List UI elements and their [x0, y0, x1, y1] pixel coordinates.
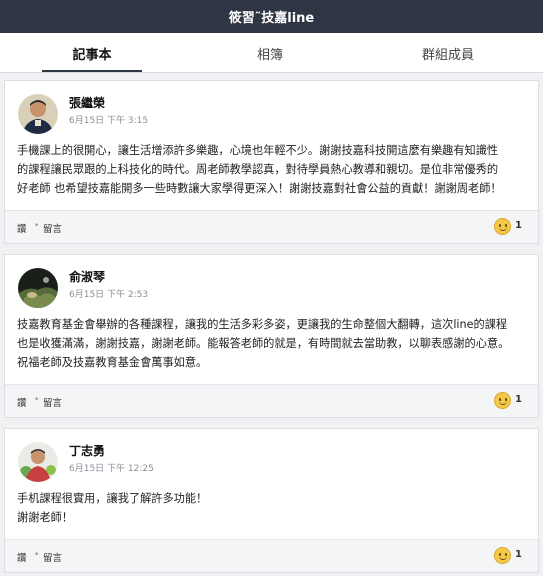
- post-time: 6月15日 下午 3:15: [69, 116, 149, 126]
- post-author[interactable]: 俞淑琴: [69, 268, 105, 285]
- post-author[interactable]: 丁志勇: [69, 442, 105, 459]
- post-body: 技嘉教育基金會舉辦的各種課程，讓我的生活多彩多姿，更讓我的生命整個大翻轉，這次l…: [17, 318, 510, 369]
- comment-button[interactable]: 留言: [43, 550, 62, 564]
- post-footer: 讚 • 留言 1: [5, 539, 538, 572]
- like-button[interactable]: 讚: [17, 395, 27, 409]
- avatar[interactable]: [18, 94, 58, 134]
- post-card: 張繼榮 6月15日 下午 3:15 手機課上的很開心，讓生活增添許多樂趣，心境也…: [4, 80, 539, 244]
- separator-dot: •: [34, 221, 40, 231]
- post-card: 丁志勇 6月15日 下午 12:25 手机課程很實用，讓我了解許多功能！ 謝謝老…: [4, 428, 539, 573]
- app-title: 筱習˜技嘉line: [228, 11, 315, 26]
- post-body: 手機課上的很開心，讓生活增添許多樂趣，心境也年輕不少。謝謝技嘉科技開這麼有樂趣有…: [17, 144, 502, 195]
- separator-dot: •: [34, 550, 40, 560]
- post-time: 6月15日 下午 12:25: [69, 464, 154, 474]
- smile-emoji-icon[interactable]: [494, 218, 511, 235]
- like-button[interactable]: 讚: [17, 221, 27, 235]
- post-body: 手机課程很實用，讓我了解許多功能！ 謝謝老師！: [17, 492, 208, 524]
- smile-emoji-icon[interactable]: [494, 392, 511, 409]
- tab-notes[interactable]: 記事本: [42, 33, 142, 73]
- post-author[interactable]: 張繼榮: [69, 94, 105, 111]
- post-time: 6月15日 下午 2:53: [69, 290, 149, 300]
- like-button[interactable]: 讚: [17, 550, 27, 564]
- post-footer: 讚 • 留言 1: [5, 384, 538, 417]
- tab-bar: 記事本 相簿 群組成員: [0, 33, 543, 73]
- app-title-bar: 筱習˜技嘉line: [0, 0, 543, 33]
- reaction-count[interactable]: 1: [515, 394, 522, 405]
- avatar[interactable]: [18, 268, 58, 308]
- post-footer: 讚 • 留言 1: [5, 210, 538, 243]
- reaction-count[interactable]: 1: [515, 220, 522, 231]
- comment-button[interactable]: 留言: [43, 395, 62, 409]
- tab-album[interactable]: 相簿: [220, 33, 320, 73]
- avatar[interactable]: [18, 442, 58, 482]
- post-card: 俞淑琴 6月15日 下午 2:53 技嘉教育基金會舉辦的各種課程，讓我的生活多彩…: [4, 254, 539, 418]
- tab-members[interactable]: 群組成員: [398, 33, 498, 73]
- active-tab-indicator: [42, 70, 142, 72]
- smile-emoji-icon[interactable]: [494, 547, 511, 564]
- separator-dot: •: [34, 395, 40, 405]
- reaction-count[interactable]: 1: [515, 549, 522, 560]
- comment-button[interactable]: 留言: [43, 221, 62, 235]
